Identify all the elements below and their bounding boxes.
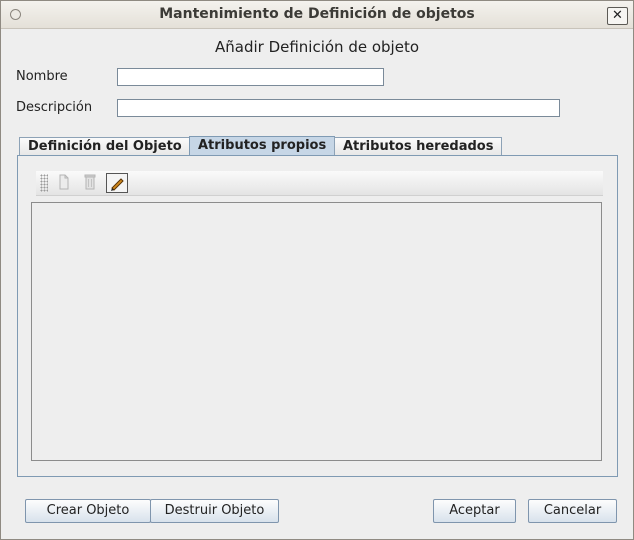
- tab-definicion-del-objeto[interactable]: Definición del Objeto: [19, 137, 191, 156]
- cancelar-button[interactable]: Cancelar: [528, 499, 617, 523]
- aceptar-button[interactable]: Aceptar: [433, 499, 516, 523]
- dialog-window: Mantenimiento de Definición de objetos ✕…: [0, 0, 634, 540]
- tab-panel-atributos-propios: [17, 155, 618, 477]
- descripcion-input[interactable]: [117, 99, 560, 117]
- attributes-list[interactable]: [31, 202, 602, 461]
- crear-objeto-button[interactable]: Crear Objeto: [25, 499, 151, 523]
- grip-icon[interactable]: [40, 174, 48, 192]
- window-title: Mantenimiento de Definición de objetos: [159, 6, 475, 22]
- delete-icon[interactable]: [79, 173, 101, 193]
- new-document-icon[interactable]: [53, 173, 75, 193]
- toolbar: [36, 171, 603, 196]
- tab-atributos-propios[interactable]: Atributos propios: [189, 136, 336, 157]
- close-icon[interactable]: ✕: [607, 7, 628, 25]
- dialog-content: Añadir Definición de objeto Nombre Descr…: [2, 29, 632, 538]
- destruir-objeto-button[interactable]: Destruir Objeto: [150, 499, 279, 523]
- dialog-heading: Añadir Definición de objeto: [214, 38, 420, 56]
- nombre-label: Nombre: [16, 69, 68, 84]
- edit-pencil-icon[interactable]: [106, 173, 128, 193]
- title-bar: Mantenimiento de Definición de objetos ✕: [1, 1, 633, 29]
- descripcion-label: Descripción: [16, 100, 93, 115]
- nombre-input[interactable]: [117, 68, 384, 86]
- tab-atributos-heredados[interactable]: Atributos heredados: [334, 137, 503, 156]
